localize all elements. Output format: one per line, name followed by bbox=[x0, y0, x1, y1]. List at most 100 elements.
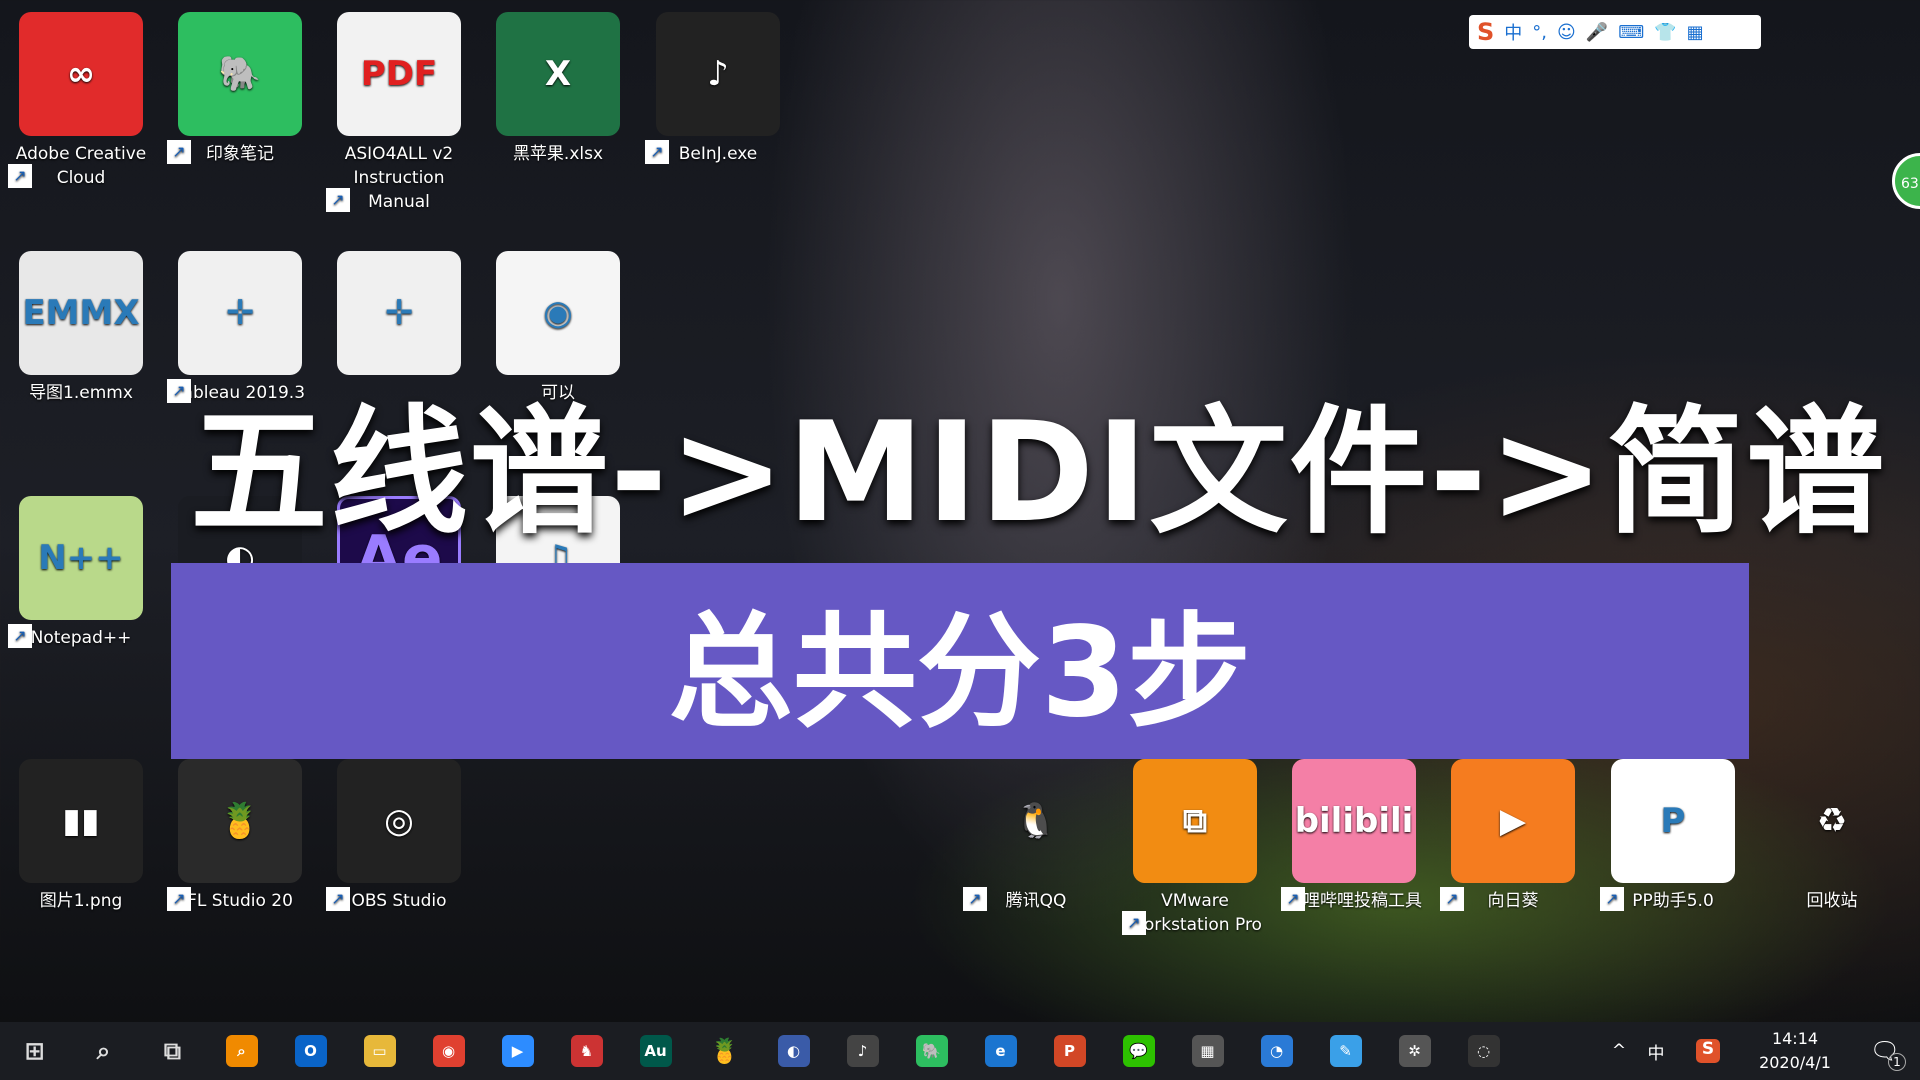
ime-toolbar[interactable]: S 中 °, ☺ 🎤 ⌨ 👕 ▦ bbox=[1469, 15, 1761, 49]
ime-toolbar-item[interactable]: ☺ bbox=[1557, 22, 1576, 43]
desktop-icon[interactable]: bilibili ↗ 哔哩哔哩投稿工具 bbox=[1279, 759, 1429, 913]
ime-toolbar-item[interactable]: ▦ bbox=[1687, 22, 1704, 43]
sogou-tray-icon[interactable]: S bbox=[1696, 1039, 1720, 1063]
banner-text: 总共分3步 bbox=[668, 601, 1252, 745]
taskbar-app[interactable]: ♪ bbox=[828, 1022, 897, 1080]
taskbar-apps: ⊞ ⌕ ⧉ ⌕ O ▭ ◉ ▶ ♞ Au 🍍 ◐ ♪ 🐘 e P 💬 ▦ ◔ ✎ ✲ ◌ bbox=[0, 1022, 1518, 1080]
desktop-icon-label: 导图1.emmx bbox=[29, 383, 133, 403]
taskbar-app-icon: ♪ bbox=[846, 1035, 879, 1067]
taskbar-app-icon: ✲ bbox=[1398, 1035, 1431, 1067]
desktop-icon-image: PDF bbox=[337, 12, 461, 136]
shortcut-arrow-icon: ↗ bbox=[8, 164, 32, 188]
shortcut-arrow-icon: ↗ bbox=[1122, 911, 1146, 935]
desktop-icon[interactable]: 🍍 ↗ FL Studio 20 bbox=[165, 759, 315, 913]
desktop-icon-image: ✛ bbox=[337, 251, 461, 375]
desktop-icon-image: ✛ bbox=[178, 251, 302, 375]
task-view-button[interactable]: ⧉ bbox=[138, 1022, 207, 1080]
shortcut-arrow-icon: ↗ bbox=[167, 887, 191, 911]
desktop-icon[interactable]: ◎ ↗ OBS Studio bbox=[324, 759, 474, 913]
taskbar-app-icon: ⌕ bbox=[96, 1037, 111, 1065]
taskbar-app[interactable]: ▦ bbox=[1173, 1022, 1242, 1080]
ime-toolbar-item[interactable]: 中 bbox=[1504, 19, 1522, 45]
desktop-icon-image: ∞ bbox=[19, 12, 143, 136]
taskbar-app[interactable]: ◌ bbox=[1449, 1022, 1518, 1080]
taskbar-app[interactable]: ✎ bbox=[1311, 1022, 1380, 1080]
taskbar-app-icon: ◔ bbox=[1260, 1035, 1293, 1067]
desktop-icon-image: ▶ bbox=[1451, 759, 1575, 883]
desktop-icon-image: ♪ bbox=[656, 12, 780, 136]
desktop-icon-image: ⧉ bbox=[1133, 759, 1257, 883]
taskbar-app[interactable]: 💬 bbox=[1104, 1022, 1173, 1080]
taskbar-app[interactable]: ✲ bbox=[1380, 1022, 1449, 1080]
shortcut-arrow-icon: ↗ bbox=[167, 140, 191, 164]
taskbar-app[interactable]: ▶ bbox=[483, 1022, 552, 1080]
taskbar-app[interactable]: O bbox=[276, 1022, 345, 1080]
taskbar-app[interactable]: ◉ bbox=[414, 1022, 483, 1080]
desktop-icon[interactable]: ♪ ↗ BeInJ.exe bbox=[643, 12, 793, 166]
floating-badge[interactable]: 63 bbox=[1892, 153, 1920, 209]
desktop-icon-image: ♻ bbox=[1816, 801, 1848, 841]
clock[interactable]: 14:14 2020/4/1 bbox=[1740, 1027, 1850, 1075]
taskbar-app-icon: ◐ bbox=[777, 1035, 810, 1067]
desktop-icon[interactable]: ⧉ ↗ VMware Workstation Pro bbox=[1120, 759, 1270, 937]
desktop-icon[interactable]: EMMX 导图1.emmx bbox=[6, 251, 156, 405]
taskbar-app[interactable]: ▭ bbox=[345, 1022, 414, 1080]
desktop-icon[interactable]: ▮▮ 图片1.png bbox=[6, 759, 156, 913]
ime-toolbar-item[interactable]: °, bbox=[1532, 22, 1547, 43]
clock-date: 2020/4/1 bbox=[1759, 1053, 1831, 1072]
desktop-icon[interactable]: ▶ ↗ 向日葵 bbox=[1438, 759, 1588, 913]
taskbar-app-icon: 💬 bbox=[1122, 1035, 1155, 1067]
taskbar-app[interactable]: 🐘 bbox=[897, 1022, 966, 1080]
desktop-icon-label: 回收站 bbox=[1806, 891, 1858, 911]
ime-toolbar-item[interactable]: 🎤 bbox=[1586, 22, 1608, 43]
taskbar-app[interactable]: ♞ bbox=[552, 1022, 621, 1080]
ime-indicator[interactable]: 中 bbox=[1636, 1039, 1676, 1064]
show-hidden-icons-chevron[interactable]: ^ bbox=[1602, 1041, 1636, 1061]
taskbar-app[interactable]: ⌕ bbox=[207, 1022, 276, 1080]
desktop-icon[interactable]: X 黑苹果.xlsx bbox=[483, 12, 633, 166]
taskbar-app-icon: 🍍 bbox=[709, 1037, 740, 1065]
taskbar-app[interactable]: e bbox=[966, 1022, 1035, 1080]
desktop-icon-image: X bbox=[496, 12, 620, 136]
desktop-icon-image: N++ bbox=[19, 496, 143, 620]
taskbar-app-icon: ◉ bbox=[432, 1035, 465, 1067]
desktop-icon[interactable]: 🐘 ↗ 印象笔记 bbox=[165, 12, 315, 166]
desktop-icon[interactable]: PDF ↗ ASIO4ALL v2 Instruction Manual bbox=[324, 12, 474, 214]
start-button[interactable]: ⊞ bbox=[0, 1022, 69, 1080]
desktop-icon-image: ◉ bbox=[496, 251, 620, 375]
desktop-icon[interactable]: N++ ↗ Notepad++ bbox=[6, 496, 156, 650]
taskbar-app-icon: O bbox=[294, 1035, 327, 1067]
taskbar-app[interactable]: ◐ bbox=[759, 1022, 828, 1080]
taskbar-app-icon: 🐘 bbox=[915, 1035, 948, 1067]
desktop-icon-image: 🍍 bbox=[178, 759, 302, 883]
video-title-overlay: 五线谱->MIDI文件->简谱 bbox=[190, 392, 1887, 553]
taskbar-app[interactable]: Au bbox=[621, 1022, 690, 1080]
taskbar-app[interactable]: P bbox=[1035, 1022, 1104, 1080]
desktop-icon[interactable]: P ↗ PP助手5.0 bbox=[1598, 759, 1748, 913]
search-button[interactable]: ⌕ bbox=[69, 1022, 138, 1080]
desktop-icon-image: P bbox=[1611, 759, 1735, 883]
desktop-icon-image: bilibili bbox=[1292, 759, 1416, 883]
desktop-icon[interactable]: ∞ ↗ Adobe Creative Cloud bbox=[6, 12, 156, 190]
desktop-icon-image: ◎ bbox=[337, 759, 461, 883]
ime-toolbar-item[interactable]: ⌨ bbox=[1618, 22, 1644, 43]
taskbar-app-icon: ▶ bbox=[501, 1035, 534, 1067]
shortcut-arrow-icon: ↗ bbox=[645, 140, 669, 164]
notification-center-button[interactable]: 🗨 1 bbox=[1850, 1037, 1920, 1071]
desktop-icon-image: 🐧 bbox=[1014, 801, 1058, 841]
system-tray: ^ 中 S 14:14 2020/4/1 🗨 1 bbox=[1602, 1022, 1920, 1080]
ime-toolbar-item[interactable]: 👕 bbox=[1654, 22, 1676, 43]
desktop-icon-label: 黑苹果.xlsx bbox=[512, 144, 604, 164]
shortcut-arrow-icon: ↗ bbox=[1600, 887, 1624, 911]
desktop-icon[interactable]: 🐧 ↗ 腾讯QQ bbox=[961, 759, 1111, 913]
shortcut-arrow-icon: ↗ bbox=[1440, 887, 1464, 911]
taskbar-app-icon: ▭ bbox=[363, 1035, 396, 1067]
taskbar-app[interactable]: ◔ bbox=[1242, 1022, 1311, 1080]
taskbar-app-icon: e bbox=[984, 1035, 1017, 1067]
taskbar-app[interactable]: 🍍 bbox=[690, 1022, 759, 1080]
subtitle-banner: 总共分3步 bbox=[171, 563, 1749, 759]
taskbar-app-icon: ✎ bbox=[1329, 1035, 1362, 1067]
desktop-icon[interactable]: ♻ 回收站 bbox=[1757, 759, 1907, 913]
ime-toolbar-item[interactable]: S bbox=[1477, 18, 1494, 46]
shortcut-arrow-icon: ↗ bbox=[963, 887, 987, 911]
